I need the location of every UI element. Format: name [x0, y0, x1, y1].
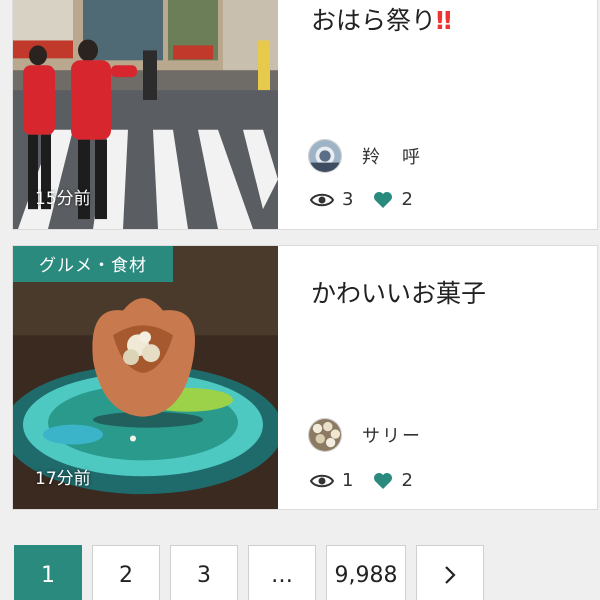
chevron-right-icon — [445, 566, 456, 584]
post-author[interactable]: サリー — [308, 418, 422, 452]
post-thumbnail[interactable]: グルメ・食材 17分前 — [13, 246, 278, 509]
post-card[interactable]: グルメ・食材 17分前 かわいいお菓子 サリー 1 2 — [12, 245, 598, 510]
page-button-2[interactable]: 2 — [92, 545, 160, 600]
post-stats: 3 2 — [310, 189, 413, 210]
post-body: おはら祭り‼ 羚 呼 3 2 — [278, 0, 597, 229]
post-title[interactable]: おはら祭り‼ — [311, 1, 452, 37]
avatar — [308, 418, 342, 452]
page-button-1[interactable]: 1 — [14, 545, 82, 600]
post-timestamp: 17分前 — [35, 469, 91, 489]
pagination: 1 2 3 … 9,988 — [14, 545, 484, 600]
heart-icon[interactable] — [373, 191, 393, 209]
eye-icon — [310, 474, 334, 487]
post-timestamp: 15分前 — [35, 189, 91, 209]
post-card[interactable]: 15分前 おはら祭り‼ 羚 呼 3 2 — [12, 0, 598, 230]
avatar-image — [309, 419, 341, 451]
post-author[interactable]: 羚 呼 — [308, 139, 422, 173]
post-title[interactable]: かわいいお菓子 — [311, 274, 486, 310]
likes-count: 2 — [401, 470, 413, 491]
category-badge[interactable]: グルメ・食材 — [13, 246, 173, 282]
post-body: かわいいお菓子 サリー 1 2 — [278, 246, 597, 509]
author-name: サリー — [362, 426, 422, 447]
page-ellipsis: … — [248, 545, 316, 600]
post-title-text: おはら祭り — [311, 6, 437, 35]
views-count: 3 — [342, 189, 354, 210]
post-thumbnail[interactable]: 15分前 — [13, 0, 278, 229]
views-count: 1 — [342, 470, 354, 491]
page-button-last[interactable]: 9,988 — [326, 545, 406, 600]
next-page-button[interactable] — [416, 545, 484, 600]
heart-icon[interactable] — [373, 472, 393, 490]
avatar — [308, 139, 342, 173]
author-name: 羚 呼 — [362, 147, 422, 168]
avatar-image — [309, 140, 341, 172]
likes-count: 2 — [401, 189, 413, 210]
page-button-3[interactable]: 3 — [170, 545, 238, 600]
double-exclamation-icon: ‼ — [436, 6, 452, 35]
page: 15分前 おはら祭り‼ 羚 呼 3 2 グルメ・食材 17分前 かわいいお菓子 … — [0, 0, 600, 600]
post-stats: 1 2 — [310, 470, 413, 491]
eye-icon — [310, 193, 334, 206]
